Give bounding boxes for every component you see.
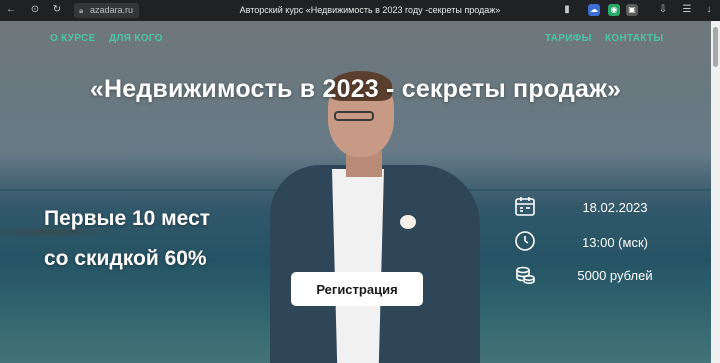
nav-link-about[interactable]: О КУРСЕ bbox=[50, 33, 96, 44]
nav-link-for-whom[interactable]: ДЛЯ КОГО bbox=[109, 33, 163, 44]
coins-icon bbox=[514, 264, 536, 286]
address-bar-url: azadara.ru bbox=[90, 5, 134, 15]
back-icon[interactable]: ← bbox=[4, 3, 18, 17]
menu-icon[interactable]: ☰ bbox=[680, 3, 694, 17]
lock-icon: 🔒︎ bbox=[79, 6, 84, 15]
bookmark-icon[interactable]: ▮ bbox=[560, 3, 574, 17]
nav-link-tariffs[interactable]: ТАРИФЫ bbox=[545, 33, 592, 44]
extension-icon[interactable]: ☁ bbox=[588, 4, 600, 16]
downloads-icon[interactable]: ⇩ bbox=[656, 3, 670, 17]
page-title: Авторский курс «Недвижимость в 2023 году… bbox=[239, 5, 501, 15]
clock-icon bbox=[514, 230, 536, 252]
scrollbar-thumb[interactable] bbox=[713, 27, 718, 67]
speaker-glasses bbox=[334, 111, 374, 121]
event-date: 18.02.2023 bbox=[582, 200, 648, 215]
speaker-shirt bbox=[332, 169, 384, 363]
page-scrollbar[interactable] bbox=[711, 21, 720, 363]
browser-toolbar: ← ⊙ ↻ 🔒︎ azadara.ru Авторский курс «Недв… bbox=[0, 0, 720, 21]
speaker-photo bbox=[250, 71, 480, 363]
offer-line-1: Первые 10 мест bbox=[44, 207, 211, 230]
hero-headline: «Недвижимость в 2023 - секреты продаж» bbox=[89, 75, 622, 103]
extension-icon[interactable]: ▣ bbox=[626, 4, 638, 16]
reload-icon[interactable]: ↻ bbox=[50, 3, 64, 17]
nav-link-contacts[interactable]: КОНТАКТЫ bbox=[605, 33, 663, 44]
offer-line-2: со скидкой 60% bbox=[44, 247, 207, 270]
calendar-icon bbox=[514, 195, 536, 217]
event-time: 13:00 (мск) bbox=[582, 235, 648, 250]
extension-icon[interactable]: ◉ bbox=[608, 4, 620, 16]
event-price: 5000 рублей bbox=[577, 268, 653, 283]
register-button[interactable]: Регистрация bbox=[291, 272, 423, 306]
boutonniere bbox=[400, 215, 416, 229]
hero-section: О КУРСЕ ДЛЯ КОГО ТАРИФЫ КОНТАКТЫ «Недвиж… bbox=[0, 21, 711, 363]
download-arrow-icon[interactable]: ↓ bbox=[702, 3, 716, 17]
site-settings-icon[interactable]: ⊙ bbox=[28, 3, 42, 17]
address-bar[interactable]: 🔒︎ azadara.ru bbox=[74, 3, 140, 18]
